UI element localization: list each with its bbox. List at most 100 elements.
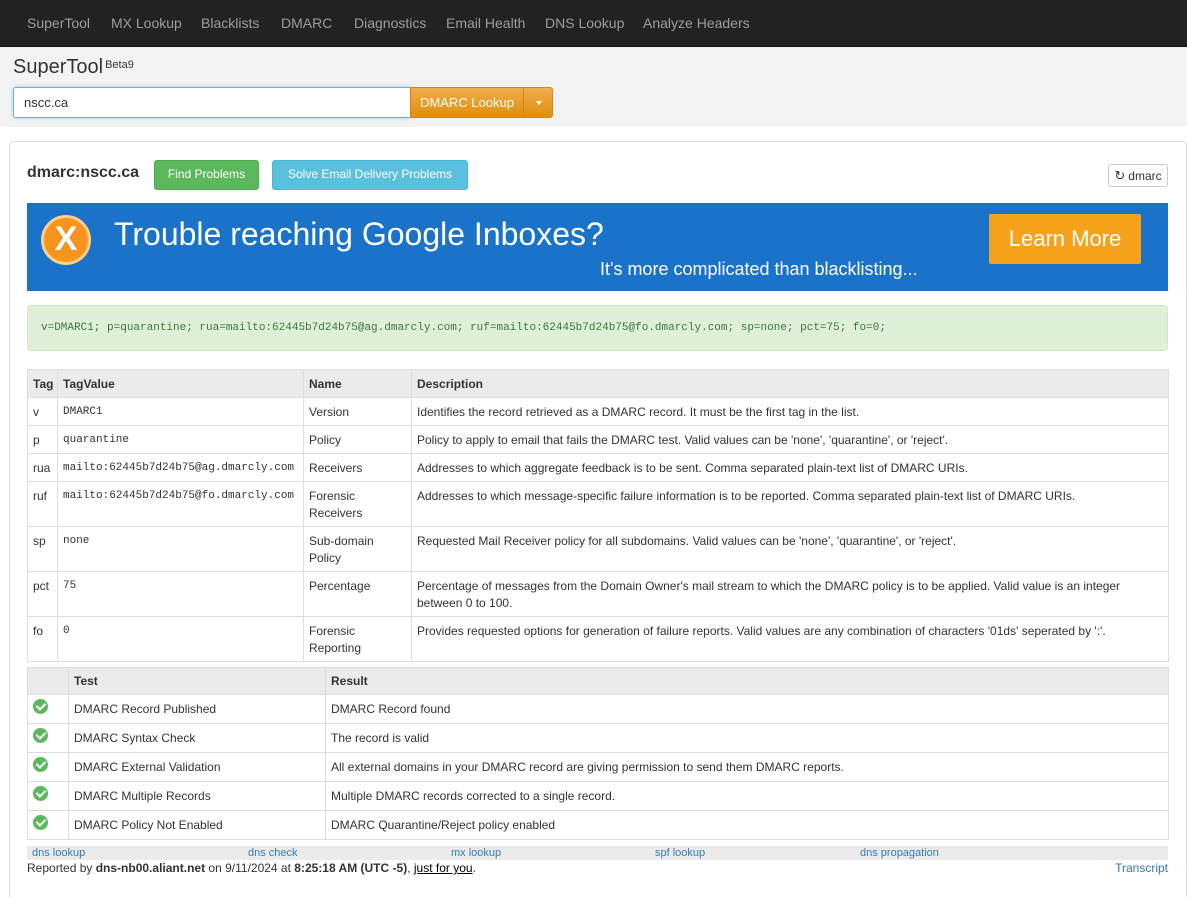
beta-badge: Beta9 <box>105 59 134 71</box>
tag-description-cell: Requested Mail Receiver policy for all s… <box>411 526 1169 572</box>
search-input[interactable] <box>13 87 411 118</box>
column-header-result: Result <box>325 667 1169 695</box>
table-row: DMARC External Validation All external do… <box>27 752 1169 782</box>
solve-delivery-problems-button[interactable]: Solve Email Delivery Problems <box>272 160 468 190</box>
nav-item-dns-lookup[interactable]: DNS Lookup <box>545 0 624 47</box>
table-row: DMARC Syntax Check The record is valid <box>27 723 1169 753</box>
banner-headline: Trouble reaching Google Inboxes? <box>114 216 604 252</box>
tag-cell: fo <box>27 616 58 662</box>
x-logo-icon: X <box>41 215 91 265</box>
result-cell: DMARC Record found <box>325 694 1169 724</box>
report-date: on 9/11/2024 at <box>208 861 291 875</box>
table-row: DMARC Multiple Records Multiple DMARC rec… <box>27 781 1169 811</box>
tag-cell: p <box>27 425 58 454</box>
status-cell <box>27 694 69 724</box>
tag-name-cell: Sub-domain Policy <box>303 526 412 572</box>
column-header-name: Name <box>303 369 412 398</box>
just-for-you-link[interactable]: just for you <box>414 861 473 875</box>
test-cell: DMARC Multiple Records <box>68 781 326 811</box>
tag-name-cell: Percentage <box>303 571 412 617</box>
report-time: 8:25:18 AM (UTC -5) <box>294 861 408 875</box>
tag-description-cell: Policy to apply to email that fails the … <box>411 425 1169 454</box>
table-row: pct 75 Percentage Percentage of messages fr… <box>27 571 1169 617</box>
banner-subline: It's more complicated than blacklisting.… <box>600 259 918 279</box>
find-problems-button[interactable]: Find Problems <box>154 160 259 190</box>
result-cell: DMARC Quarantine/Reject policy enabled <box>325 810 1169 840</box>
table-row: fo 0 Forensic Reporting Provides requested … <box>27 616 1169 662</box>
table-row: rua mailto:62445b7d24b75@ag.dmarcly.com Re… <box>27 453 1169 482</box>
footer-links-bar: dns lookup dns check mx lookup spf looku… <box>27 846 1168 860</box>
column-header-description: Description <box>411 369 1169 398</box>
table-row: DMARC Policy Not Enabled DMARC Quarantine… <box>27 810 1169 840</box>
footer-link-dns-propagation[interactable]: dns propagation <box>860 846 939 860</box>
nav-item-analyze-headers[interactable]: Analyze Headers <box>643 0 750 47</box>
status-cell <box>27 752 69 782</box>
table-row: ruf mailto:62445b7d24b75@fo.dmarcly.com Fo… <box>27 481 1169 527</box>
check-circle-icon <box>33 815 48 830</box>
refresh-icon: ↻ <box>1114 168 1126 183</box>
tag-name-cell: Policy <box>303 425 412 454</box>
test-cell: DMARC Policy Not Enabled <box>68 810 326 840</box>
test-cell: DMARC External Validation <box>68 752 326 782</box>
footer-link-spf-lookup[interactable]: spf lookup <box>655 846 705 860</box>
footer-link-dns-check[interactable]: dns check <box>248 846 298 860</box>
table-row: v DMARC1 Version Identifies the record retr… <box>27 397 1169 426</box>
tag-name-cell: Receivers <box>303 453 412 482</box>
tag-name-cell: Forensic Receivers <box>303 481 412 527</box>
ad-banner[interactable]: X Trouble reaching Google Inboxes? It's … <box>27 203 1168 291</box>
learn-more-button[interactable]: Learn More <box>989 214 1141 264</box>
check-circle-icon <box>33 699 48 714</box>
check-circle-icon <box>33 786 48 801</box>
tag-description-cell: Addresses to which message-specific fail… <box>411 481 1169 527</box>
result-cell: The record is valid <box>325 723 1169 753</box>
result-title: dmarc:nscc.ca <box>27 164 140 181</box>
tag-value-cell: mailto:62445b7d24b75@ag.dmarcly.com <box>57 453 304 482</box>
tag-value-cell: quarantine <box>57 425 304 454</box>
table-row: DMARC Record Published DMARC Record found <box>27 694 1169 724</box>
test-table-header: Test Result <box>27 667 1169 695</box>
top-navbar: SuperTool MX Lookup Blacklists DMARC Dia… <box>0 0 1187 47</box>
column-header-status <box>27 667 69 695</box>
report-end: . <box>472 861 476 875</box>
check-circle-icon <box>33 757 48 772</box>
nav-item-diagnostics[interactable]: Diagnostics <box>354 0 426 47</box>
brand-name: SuperTool <box>13 56 104 78</box>
nav-item-mx-lookup[interactable]: MX Lookup <box>111 0 182 47</box>
dmarc-record-text: v=DMARC1; p=quarantine; rua=mailto:62445… <box>27 305 1168 351</box>
tag-value-cell: DMARC1 <box>57 397 304 426</box>
status-cell <box>27 781 69 811</box>
column-header-test: Test <box>68 667 326 695</box>
tag-cell: v <box>27 397 58 426</box>
lookup-dropdown-toggle[interactable] <box>523 87 553 118</box>
dmarc-lookup-button[interactable]: DMARC Lookup <box>410 87 524 118</box>
report-separator: , <box>407 861 411 875</box>
tag-value-cell: none <box>57 526 304 572</box>
result-cell: All external domains in your DMARC recor… <box>325 752 1169 782</box>
nav-item-email-health[interactable]: Email Health <box>446 0 525 47</box>
transcript-link[interactable]: Transcript <box>1115 861 1168 875</box>
tag-cell: pct <box>27 571 58 617</box>
nav-item-supertool[interactable]: SuperTool <box>27 0 90 47</box>
footer-link-mx-lookup[interactable]: mx lookup <box>451 846 501 860</box>
column-header-tagvalue: TagValue <box>57 369 304 398</box>
tag-description-cell: Percentage of messages from the Domain O… <box>411 571 1169 617</box>
reported-by-line: Reported by dns-nb00.aliant.net on 9/11/… <box>27 861 476 875</box>
tag-description-cell: Addresses to which aggregate feedback is… <box>411 453 1169 482</box>
test-cell: DMARC Syntax Check <box>68 723 326 753</box>
status-cell <box>27 723 69 753</box>
tag-description-cell: Provides requested options for generatio… <box>411 616 1169 662</box>
tag-name-cell: Version <box>303 397 412 426</box>
test-cell: DMARC Record Published <box>68 694 326 724</box>
tag-cell: rua <box>27 453 58 482</box>
refresh-label: dmarc <box>1128 169 1162 183</box>
tag-value-cell: 75 <box>57 571 304 617</box>
tag-cell: sp <box>27 526 58 572</box>
nav-item-blacklists[interactable]: Blacklists <box>201 0 259 47</box>
refresh-button[interactable]: ↻ dmarc <box>1108 164 1168 187</box>
tag-table: Tag TagValue Name Description v DMARC1 Ver… <box>27 369 1169 662</box>
footer-link-dns-lookup[interactable]: dns lookup <box>32 846 85 860</box>
tag-value-cell: mailto:62445b7d24b75@fo.dmarcly.com <box>57 481 304 527</box>
search-header: SuperToolBeta9 DMARC Lookup <box>0 47 1187 127</box>
column-header-tag: Tag <box>27 369 58 398</box>
nav-item-dmarc[interactable]: DMARC <box>281 0 332 47</box>
